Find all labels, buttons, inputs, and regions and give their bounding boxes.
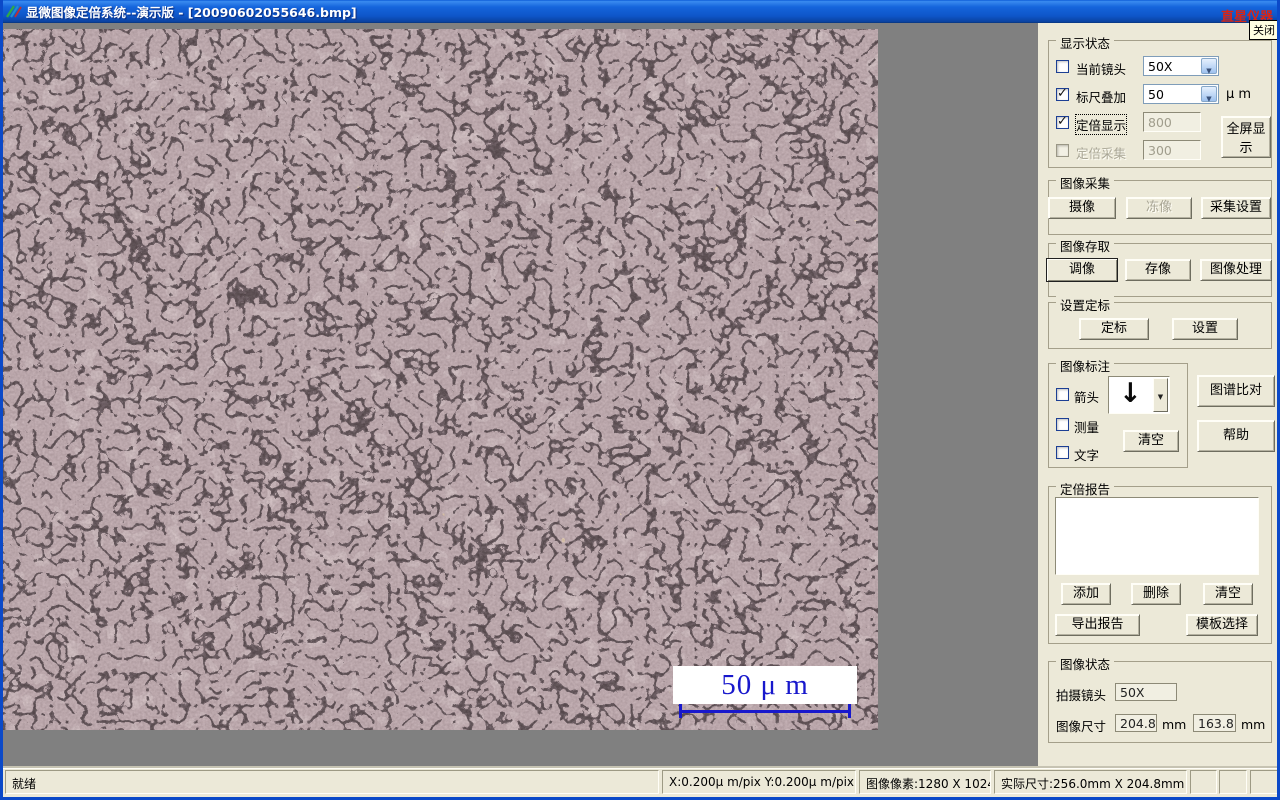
app-window: 显微图像定倍系统--演示版 - [20090602055646.bmp] ✕ 直… (0, 0, 1280, 800)
calibration-settings-button[interactable]: 设置 (1172, 318, 1238, 340)
titlebar: 显微图像定倍系统--演示版 - [20090602055646.bmp] (3, 0, 1277, 23)
status-pixel-scale: X:0.200μ m/pix Y:0.200μ m/pix (662, 770, 856, 794)
ruler-overlay-label: 标尺叠加 (1076, 90, 1127, 105)
calibrate-button[interactable]: 定标 (1079, 318, 1149, 340)
ruler-overlay-checkbox[interactable] (1056, 86, 1069, 101)
group-report-legend: 定倍报告 (1056, 479, 1115, 498)
window-title: 显微图像定倍系统--演示版 - [20090602055646.bmp] (26, 5, 357, 20)
status-ready: 就绪 (5, 770, 659, 794)
chevron-down-icon[interactable] (1153, 378, 1168, 412)
scalebar-label: 50 μ m (673, 666, 857, 704)
load-image-button[interactable]: 调像 (1046, 258, 1118, 282)
help-button[interactable]: 帮助 (1197, 420, 1275, 452)
fixed-display-label: 定倍显示 (1074, 114, 1128, 135)
chevron-down-icon[interactable] (1201, 58, 1217, 74)
ruler-value-combo[interactable]: 50 (1143, 84, 1219, 104)
status-spare-2 (1219, 770, 1247, 794)
group-calibration-legend: 设置定标 (1056, 295, 1115, 314)
report-listbox[interactable] (1055, 497, 1259, 575)
report-add-button[interactable]: 添加 (1061, 583, 1111, 605)
measure-checkbox[interactable] (1056, 418, 1069, 431)
report-clear-button[interactable]: 清空 (1203, 583, 1253, 605)
camera-button[interactable]: 摄像 (1048, 197, 1116, 219)
arrow-style-combo[interactable]: ↓ (1108, 376, 1170, 414)
status-image-pixels: 图像像素:1280 X 1024 (859, 770, 991, 794)
group-image-status-legend: 图像状态 (1056, 654, 1115, 673)
ruler-unit-label: μ m (1226, 87, 1252, 102)
freeze-button: 冻像 (1126, 197, 1192, 219)
status-spare-1 (1190, 770, 1217, 794)
capture-settings-button[interactable]: 采集设置 (1201, 197, 1271, 219)
arrow-checkbox[interactable] (1056, 388, 1069, 401)
client-area: 50 μ m 显示状态 当前镜头 50X 标尺叠加 50 μ m (3, 23, 1277, 766)
atlas-compare-button[interactable]: 图谱比对 (1197, 375, 1275, 407)
image-process-button[interactable]: 图像处理 (1200, 259, 1272, 281)
control-panel: 显示状态 当前镜头 50X 标尺叠加 50 μ m 定倍显示 800 定倍采集 … (1038, 23, 1277, 766)
lens-value-field: 50X (1115, 683, 1177, 701)
group-display-status-legend: 显示状态 (1056, 33, 1115, 52)
group-annotation-legend: 图像标注 (1056, 356, 1115, 375)
group-capture-legend: 图像采集 (1056, 173, 1115, 192)
scalebar-tick-left (679, 704, 682, 718)
fixed-capture-label: 定倍采集 (1076, 146, 1127, 161)
image-width-unit: mm (1162, 717, 1187, 732)
current-lens-combo[interactable]: 50X (1143, 56, 1219, 76)
scalebar-tick-right (848, 704, 851, 718)
ruler-value: 50 (1148, 87, 1164, 102)
current-lens-value: 50X (1148, 59, 1173, 74)
image-width-field: 204.8 (1115, 714, 1157, 732)
annotation-clear-button[interactable]: 清空 (1123, 430, 1179, 452)
fixed-capture-input: 300 (1143, 140, 1201, 160)
arrow-checkbox-label: 箭头 (1074, 390, 1100, 405)
app-icon (5, 4, 22, 20)
micrograph-image[interactable]: 50 μ m (3, 29, 878, 730)
report-delete-button[interactable]: 删除 (1131, 583, 1181, 605)
image-height-unit: mm (1241, 717, 1266, 732)
save-image-button[interactable]: 存像 (1125, 259, 1191, 281)
status-actual-size: 实际尺寸:256.0mm X 204.8mm (994, 770, 1187, 794)
micrograph-texture (3, 29, 878, 730)
group-storage-legend: 图像存取 (1056, 236, 1115, 255)
measure-checkbox-label: 测量 (1074, 420, 1100, 435)
fixed-capture-checkbox (1056, 144, 1069, 157)
text-checkbox[interactable] (1056, 446, 1069, 459)
status-spare-3 (1250, 770, 1277, 794)
scalebar-line (679, 710, 851, 713)
current-lens-checkbox[interactable] (1056, 60, 1069, 73)
image-height-field: 163.8 (1193, 714, 1236, 732)
close-tooltip: 关闭 (1249, 20, 1277, 40)
lens-label: 拍摄镜头 (1056, 688, 1107, 703)
statusbar: 就绪 X:0.200μ m/pix Y:0.200μ m/pix 图像像素:12… (3, 766, 1277, 797)
fixed-display-input: 800 (1143, 112, 1201, 132)
image-size-label: 图像尺寸 (1056, 719, 1107, 734)
text-checkbox-label: 文字 (1074, 448, 1100, 463)
export-report-button[interactable]: 导出报告 (1055, 614, 1140, 636)
fixed-display-checkbox[interactable] (1056, 114, 1069, 129)
down-arrow-icon: ↓ (1119, 378, 1142, 409)
template-select-button[interactable]: 模板选择 (1186, 614, 1258, 636)
current-lens-label: 当前镜头 (1076, 62, 1127, 77)
chevron-down-icon[interactable] (1201, 86, 1217, 102)
fullscreen-button[interactable]: 全屏显示 (1221, 116, 1271, 158)
